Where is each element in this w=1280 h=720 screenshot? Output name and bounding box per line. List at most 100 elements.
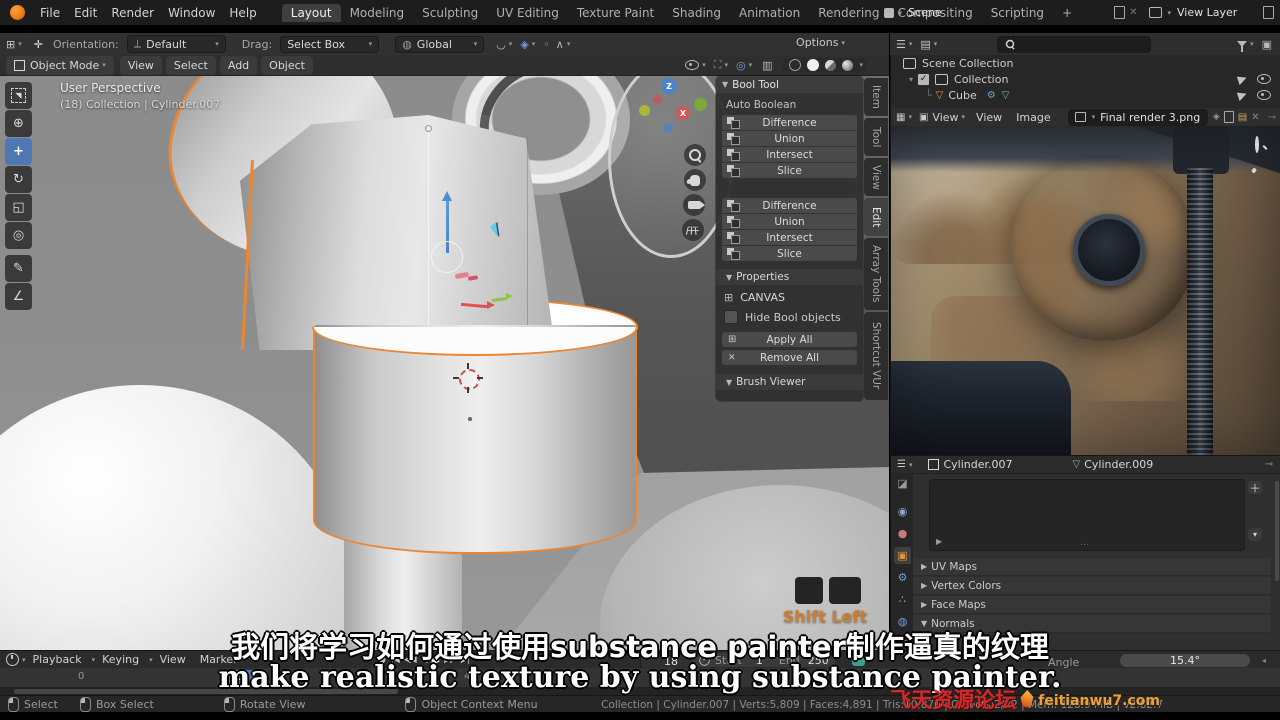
cube-label[interactable]: Cube	[948, 89, 976, 102]
menu-window[interactable]: Window	[161, 6, 222, 20]
shape-key-specials-button[interactable]: ▾	[1248, 528, 1262, 541]
collection-checkbox[interactable]: ✓	[917, 72, 931, 86]
disclosure-icon[interactable]: ▾	[909, 75, 913, 84]
brush-intersect-button[interactable]: Intersect	[722, 230, 857, 245]
rendered-image[interactable]	[891, 126, 1280, 455]
tool-select-box[interactable]: ◥	[5, 82, 32, 109]
unlink-image-icon[interactable]: ✕	[1251, 112, 1259, 123]
workspace-tab-sculpting[interactable]: Sculpting	[413, 4, 487, 22]
image-editor-type-icon[interactable]: ▦	[896, 112, 905, 123]
viewport-menu-add[interactable]: Add	[219, 55, 258, 75]
hide-bool-checkbox[interactable]	[724, 310, 738, 324]
editor-type-icon[interactable]: ⊞	[6, 38, 15, 51]
tab-view[interactable]: View	[864, 158, 888, 196]
tab-world-props[interactable]: ●	[894, 525, 911, 542]
hide-eye-icon[interactable]	[1257, 74, 1271, 84]
pin-icon[interactable]: ⊸	[1268, 112, 1276, 123]
pack-image-icon[interactable]: ▤	[1238, 112, 1247, 123]
bool-properties-header[interactable]: ▼ Properties	[716, 269, 873, 285]
collection-label[interactable]: Collection	[954, 73, 1008, 86]
breadcrumb-data[interactable]: Cylinder.009	[1084, 458, 1153, 471]
workspace-tab-uv-editing[interactable]: UV Editing	[487, 4, 568, 22]
workspace-tab-layout[interactable]: Layout	[281, 3, 341, 22]
image-datablock-field[interactable]: ▾ Final render 3.png	[1067, 108, 1208, 126]
selectable-icon[interactable]	[1236, 73, 1249, 85]
menu-edit[interactable]: Edit	[67, 6, 104, 20]
remove-all-button[interactable]: ✕ Remove All	[722, 350, 857, 365]
properties-editor-icon[interactable]: ☰	[897, 459, 906, 470]
viewport-3d[interactable]: Object Mode ▾ View Select Add Object ▾ ⛶ ▾…	[0, 55, 889, 650]
orientation-dropdown[interactable]: ⟂ Default ▾	[126, 35, 226, 53]
tool-measure[interactable]: ∠	[5, 283, 32, 310]
drag-dropdown[interactable]: Select Box ▾	[280, 35, 380, 53]
brush-difference-button[interactable]: Difference	[722, 198, 857, 213]
properties-pin-icon[interactable]: ⊸	[1265, 459, 1273, 470]
add-shape-key-button[interactable]: ＋	[1248, 481, 1262, 495]
brush-slice-button[interactable]: Slice	[722, 246, 857, 261]
outliner-display-mode-icon[interactable]: ▤	[920, 38, 930, 51]
panel-face-maps[interactable]: ▶ Face Maps	[913, 596, 1271, 614]
shading-solid-icon[interactable]	[807, 59, 820, 71]
bool-tool-header[interactable]: ▼ Bool Tool	[716, 76, 863, 93]
outliner-editor-icon[interactable]: ☰	[896, 38, 906, 51]
xray-toggle-icon[interactable]: ▥	[762, 59, 772, 72]
tool-move[interactable]: +	[5, 138, 32, 165]
outliner-search-field[interactable]	[997, 35, 1152, 53]
menu-file[interactable]: File	[33, 6, 67, 20]
overlays-dropdown-icon[interactable]: ◎	[736, 59, 746, 72]
properties-scrollbar[interactable]	[1275, 481, 1279, 581]
auto-union-button[interactable]: Union	[722, 131, 857, 146]
auto-difference-button[interactable]: Difference	[722, 115, 857, 130]
workspace-tab-shading[interactable]: Shading	[663, 4, 730, 22]
proportional-edit-icon[interactable]: ◦	[543, 38, 550, 51]
view-layer-name[interactable]: View Layer	[1177, 6, 1257, 19]
view-layer-icon[interactable]	[1149, 7, 1163, 18]
new-scene-icon[interactable]	[1114, 6, 1126, 19]
display-mode-dropdown[interactable]: ▣ View ▾	[919, 111, 965, 124]
camera-view-button[interactable]	[683, 194, 705, 216]
image-zoom-icon[interactable]	[1255, 136, 1259, 153]
brush-union-button[interactable]: Union	[722, 214, 857, 229]
options-dropdown[interactable]: Options ▾	[796, 36, 845, 49]
snap-magnet-icon[interactable]: ◡	[496, 38, 506, 51]
menu-help[interactable]: Help	[222, 6, 263, 20]
panel-uv-maps[interactable]: ▶ UV Maps	[913, 558, 1271, 576]
workspace-tab-texture-paint[interactable]: Texture Paint	[568, 4, 663, 22]
scene-name[interactable]: Scene	[908, 6, 1108, 19]
tool-rotate[interactable]: ↻	[5, 166, 32, 193]
fake-user-icon[interactable]: ◈	[1213, 112, 1220, 122]
apply-all-button[interactable]: ⊞ Apply All	[722, 332, 857, 347]
tool-scale[interactable]: ◱	[5, 194, 32, 221]
list-expand-icon[interactable]: ▶	[936, 537, 942, 546]
tab-tool[interactable]: Tool	[864, 118, 888, 156]
workspace-tab-rendering[interactable]: Rendering	[809, 4, 888, 22]
unlink-scene-icon[interactable]: ✕	[1129, 7, 1137, 18]
panel-vertex-colors[interactable]: ▶ Vertex Colors	[913, 577, 1271, 595]
brush-viewer-header[interactable]: ▼ Brush Viewer	[716, 374, 873, 390]
workspace-tab-modeling[interactable]: Modeling	[341, 4, 414, 22]
tab-modifier-props[interactable]: ⚙	[894, 569, 911, 586]
selectable-icon[interactable]	[1236, 89, 1249, 101]
falloff-icon[interactable]: ∧	[556, 38, 564, 51]
workspace-tab-animation[interactable]: Animation	[730, 4, 809, 22]
tab-object-props[interactable]: ▣	[894, 547, 911, 564]
outliner-settings-icon[interactable]: ▣	[1262, 38, 1272, 51]
breadcrumb-object[interactable]: Cylinder.007	[943, 458, 1012, 471]
tool-transform[interactable]: ◎	[5, 222, 32, 249]
viewport-menu-view[interactable]: View	[119, 55, 162, 75]
pan-button[interactable]	[684, 169, 706, 191]
zoom-button[interactable]	[684, 144, 706, 166]
tab-render-props[interactable]: ◉	[894, 503, 911, 520]
viewport-menu-select[interactable]: Select	[165, 55, 216, 75]
tab-tool-props[interactable]: ◪	[894, 475, 911, 492]
viewport-menu-object[interactable]: Object	[261, 55, 313, 75]
tab-edit[interactable]: Edit	[864, 198, 888, 236]
new-image-icon[interactable]	[1223, 111, 1234, 123]
shape-keys-list[interactable]: ▶ …	[929, 479, 1245, 551]
scene-icon[interactable]	[883, 7, 894, 18]
image-menu-image[interactable]: Image	[1009, 111, 1057, 124]
tab-item[interactable]: Item	[864, 78, 888, 116]
menu-render[interactable]: Render	[104, 6, 161, 20]
gizmo-dropdown-icon[interactable]: ⛶	[714, 58, 722, 72]
new-view-layer-icon[interactable]	[1263, 6, 1274, 19]
